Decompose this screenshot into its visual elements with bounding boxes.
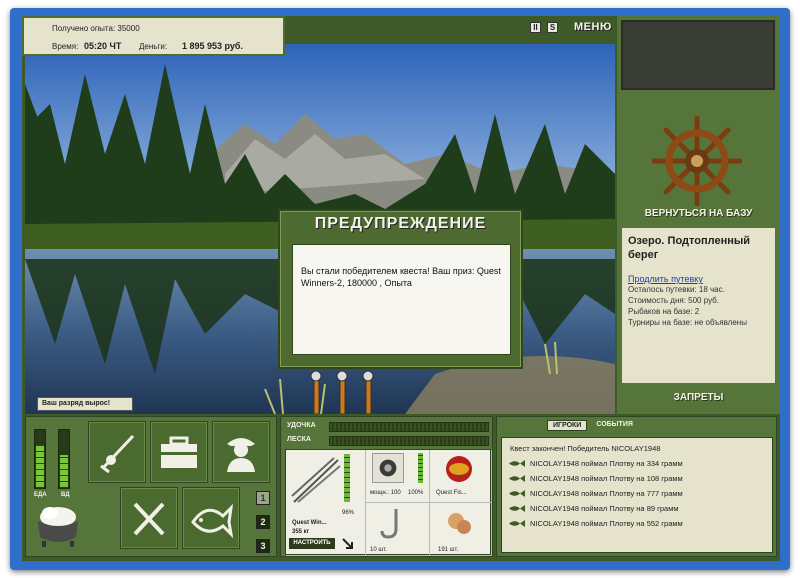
reel-durability-bar (418, 453, 423, 483)
fish-icon (191, 503, 233, 539)
rods-stand-icon (310, 370, 374, 414)
rod-row: УДОЧКА (285, 421, 490, 433)
events-panel: ИГРОКИ СОБЫТИЯ Квест закончен! Победител… (496, 416, 777, 557)
rod-durability-bar (344, 454, 350, 502)
experience-text: Получено опыта: 35000 (52, 24, 140, 33)
line-track[interactable] (329, 436, 489, 446)
money-label: Деньги: (139, 42, 168, 51)
trip-left: Осталось путевки: 18 час. (628, 285, 725, 294)
hud-info-panel: Получено опыта: 35000 Время: 05:20 ЧТ Де… (22, 16, 285, 56)
dialog-title: ПРЕДУПРЕЖДЕНИЕ (314, 215, 487, 232)
lure-name: Quest Fis... (436, 490, 467, 496)
day-cost: Стоимость дня: 500 руб. (628, 296, 719, 305)
actions-panel: ЕДА ВД 1 2 3 (25, 416, 277, 557)
slot-3-button[interactable]: 3 (256, 539, 270, 553)
tackle-slots: 96% Quest Win... 355 кг НАСТРОИТЬ мощн.:… (285, 449, 492, 556)
event-item: Квест закончен! Победитель NICOLAY1948 (510, 444, 661, 453)
fish-small-icon (509, 460, 525, 467)
tab-events[interactable]: СОБЫТИЯ (591, 420, 638, 431)
fish-small-icon (509, 505, 525, 512)
tournaments-info: Турниры на базе: не объявлены (628, 318, 747, 327)
anglers-count: Рыбаков на базе: 2 (628, 307, 700, 316)
rods-tile[interactable] (88, 421, 146, 483)
health-meter (58, 429, 70, 489)
angler-icon (227, 438, 255, 472)
reel-power: мощн.: 100 (370, 490, 401, 496)
cauldron-icon[interactable] (32, 503, 84, 549)
event-item: NICOLAY1948 поймал Плотву на 108 грамм (530, 474, 683, 483)
tackle-panel: УДОЧКА ЛЕСКА 96% Quest Win... 355 кг НАС… (280, 416, 493, 557)
location-info: Озеро. Подтопленный берег Продлить путев… (622, 228, 775, 383)
rod-slot[interactable]: 96% Quest Win... 355 кг НАСТРОИТЬ (286, 450, 366, 556)
right-panel: ВЕРНУТЬСЯ НА БАЗУ Озеро. Подтопленный бе… (617, 16, 780, 414)
arrow-icon (342, 538, 353, 549)
rod-name: Quest Win... (292, 520, 327, 526)
money-value: 1 895 953 руб. (182, 41, 243, 51)
hook-icon (380, 509, 398, 539)
event-item: NICOLAY1948 поймал Плотву на 777 грамм (530, 489, 683, 498)
dialog-message: Вы стали победителем квеста! Ваш приз: Q… (292, 244, 511, 355)
fish-small-icon (509, 475, 525, 482)
rod-percent: 96% (342, 510, 355, 516)
slot-1-button[interactable]: 1 (256, 491, 270, 505)
fishing-rod-icon (100, 434, 135, 474)
fish-small-icon (509, 490, 525, 497)
ad-box (621, 20, 775, 90)
rod-icon (291, 457, 341, 503)
lure-icon (446, 456, 472, 482)
reel-icon (372, 453, 404, 483)
bait-icon (448, 513, 471, 534)
fish-small-icon (509, 520, 525, 527)
rod-label: УДОЧКА (287, 422, 316, 429)
menu-button[interactable]: МЕНЮ (574, 21, 612, 33)
setup-button[interactable]: НАСТРОИТЬ (289, 538, 335, 549)
s-icon[interactable]: S (547, 21, 558, 33)
fish-tile[interactable] (182, 487, 240, 549)
rod-track[interactable] (329, 422, 489, 432)
tackle-box-icon (161, 436, 197, 468)
ship-wheel-icon[interactable] (652, 116, 742, 206)
slot-2-button[interactable]: 2 (256, 515, 270, 529)
warning-dialog: ПРЕДУПРЕЖДЕНИЕ Вы стали победителем квес… (278, 209, 523, 369)
food-meter (34, 429, 46, 489)
hooks-slot[interactable]: 10 шт. (366, 503, 430, 556)
health-label: ВД (61, 492, 70, 498)
pause-icon[interactable]: II (530, 21, 541, 33)
food-meter-fill (36, 445, 44, 487)
extend-trip-link[interactable]: Продлить путевку (628, 274, 769, 284)
top-buttons: II S МЕНЮ (530, 21, 612, 33)
location-title: Озеро. Подтопленный берег (628, 235, 751, 261)
tackle-box-tile[interactable] (150, 421, 208, 483)
time-label: Время: (52, 42, 79, 51)
bait-count: 191 шт. (438, 547, 459, 553)
line-row: ЛЕСКА (285, 435, 490, 447)
game-area: Получено опыта: 35000 Время: 05:20 ЧТ Де… (22, 16, 780, 561)
events-tabs: ИГРОКИ СОБЫТИЯ (547, 420, 638, 431)
event-item: NICOLAY1948 поймал Плотву на 89 грамм (530, 504, 679, 513)
time-value: 05:20 ЧТ (84, 41, 122, 51)
hooks-count: 10 шт. (370, 547, 387, 553)
fork-knife-icon (133, 502, 165, 536)
return-to-base-button[interactable]: ВЕРНУТЬСЯ НА БАЗУ (617, 208, 780, 219)
tab-players[interactable]: ИГРОКИ (547, 420, 588, 431)
lure-slot[interactable]: Quest Fis... (430, 450, 492, 503)
bans-button[interactable]: ЗАПРЕТЫ (617, 392, 780, 403)
event-item: NICOLAY1948 поймал Плотву на 334 грамм (530, 459, 683, 468)
rod-weight: 355 кг (292, 529, 310, 535)
rank-notification[interactable]: Ваш разряд вырос! (37, 397, 133, 411)
health-meter-fill (60, 455, 68, 487)
events-list: Квест закончен! Победитель NICOLAY1948 N… (501, 437, 773, 553)
bottom-bar: ЕДА ВД 1 2 3 УДОЧКА ЛЕСКА 96% Quest Win.… (22, 414, 780, 561)
food-tile[interactable] (120, 487, 178, 549)
event-item: NICOLAY1948 поймал Плотву на 552 грамм (530, 519, 683, 528)
line-label: ЛЕСКА (287, 436, 311, 443)
angler-tile[interactable] (212, 421, 270, 483)
reel-slot[interactable]: мощн.: 100 100% (366, 450, 430, 503)
reel-percent: 100% (408, 490, 424, 496)
food-label: ЕДА (34, 492, 47, 498)
bait-slot[interactable]: 191 шт. (430, 503, 492, 556)
